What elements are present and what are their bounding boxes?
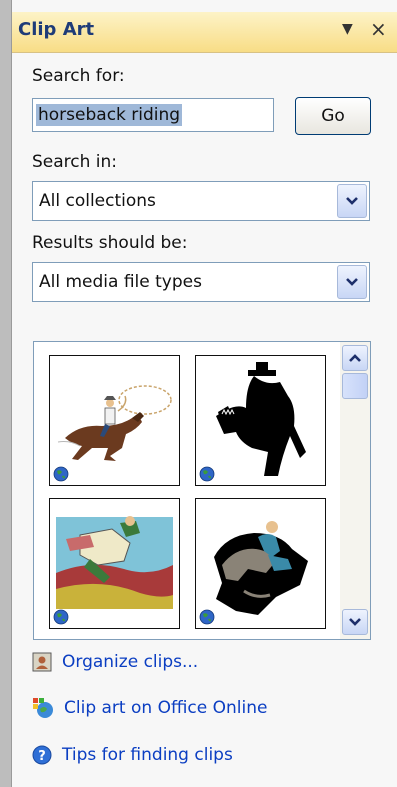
tips-link[interactable]: ? Tips for finding clips xyxy=(32,745,233,765)
media-type-value: All media file types xyxy=(39,272,202,292)
clip-art-online-link[interactable]: Clip art on Office Online xyxy=(32,697,267,719)
chevron-down-icon[interactable] xyxy=(337,265,367,299)
scroll-down-button[interactable] xyxy=(342,609,368,635)
globe-icon xyxy=(53,609,69,625)
tips-label: Tips for finding clips xyxy=(62,745,233,765)
organize-clips-label: Organize clips... xyxy=(62,652,199,672)
clip-art-online-label: Clip art on Office Online xyxy=(64,698,268,718)
pane-title-bar: Clip Art ▼ × xyxy=(12,12,397,53)
globe-icon xyxy=(53,466,69,482)
scroll-thumb[interactable] xyxy=(342,373,368,399)
media-type-select[interactable]: All media file types xyxy=(32,262,370,302)
globe-icon xyxy=(199,466,215,482)
cowboy-silhouette-clip[interactable] xyxy=(195,355,326,486)
rider-on-horse-clip[interactable] xyxy=(195,498,326,629)
office-online-icon xyxy=(33,698,53,718)
chevron-up-icon xyxy=(349,354,361,362)
rodeo-rider-clip[interactable] xyxy=(49,355,180,486)
results-scrollbar[interactable] xyxy=(340,342,370,639)
results-list xyxy=(33,341,371,640)
results-should-be-label: Results should be: xyxy=(32,233,188,253)
search-input[interactable]: horseback riding xyxy=(32,98,274,132)
clip-art-pane: Clip Art ▼ × Search for: horseback ridin… xyxy=(11,0,397,787)
rodeo-rider-image xyxy=(57,385,172,461)
search-in-select[interactable]: All collections xyxy=(32,181,370,221)
scroll-up-button[interactable] xyxy=(342,345,368,371)
organizer-icon xyxy=(32,652,52,672)
window-edge xyxy=(0,0,11,787)
chevron-down-icon[interactable] xyxy=(337,184,367,218)
close-icon[interactable]: × xyxy=(370,17,387,41)
search-in-value: All collections xyxy=(39,191,156,211)
search-for-label: Search for: xyxy=(32,66,125,86)
jockey-clip[interactable] xyxy=(49,498,180,629)
globe-icon xyxy=(199,609,215,625)
svg-text:?: ? xyxy=(38,749,46,764)
organize-clips-link[interactable]: Organize clips... xyxy=(32,652,198,672)
search-in-label: Search in: xyxy=(32,152,118,172)
search-input-text: horseback riding xyxy=(36,104,183,126)
chevron-down-icon xyxy=(349,618,361,626)
cowboy-silhouette-image xyxy=(216,362,306,476)
go-button[interactable]: Go xyxy=(295,97,371,135)
rider-on-horse-image xyxy=(214,521,308,615)
help-icon: ? xyxy=(32,745,52,765)
jockey-image xyxy=(56,516,173,609)
pane-options-dropdown-icon[interactable]: ▼ xyxy=(342,21,353,37)
pane-title: Clip Art xyxy=(18,19,95,40)
